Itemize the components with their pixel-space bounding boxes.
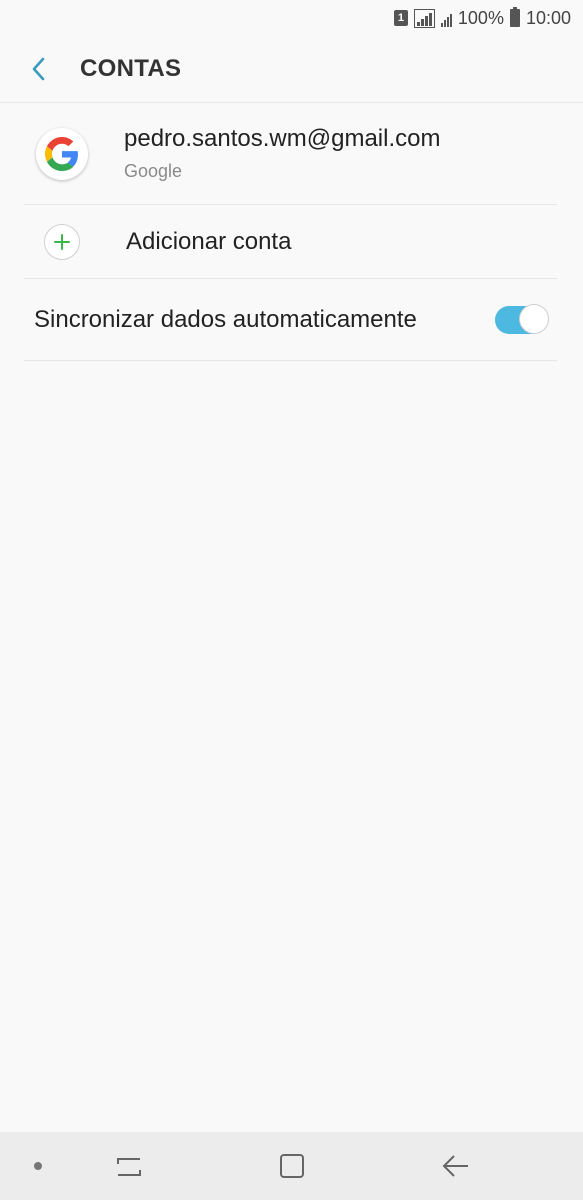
chevron-left-icon <box>32 57 45 81</box>
status-bar: 1 100% 10:00 <box>0 0 583 36</box>
back-arrow-icon[interactable] <box>440 1152 470 1180</box>
google-logo-icon <box>45 136 78 171</box>
account-type: Google <box>124 161 183 181</box>
plus-icon <box>44 223 80 260</box>
recents-icon[interactable] <box>114 1154 144 1180</box>
google-icon <box>36 127 88 180</box>
back-button[interactable] <box>14 44 64 94</box>
page-title: CONTAS <box>80 55 182 82</box>
sync-item: Sincronizar dados automaticamente <box>24 279 557 361</box>
sim-icon: 1 <box>393 10 408 26</box>
accounts-list: pedro.santos.wm@gmail.com Google Adicion… <box>24 103 557 361</box>
account-email: pedro.santos.wm@gmail.com <box>124 125 441 152</box>
toggle-knob <box>519 303 549 334</box>
sync-label: Sincronizar dados automaticamente <box>34 305 417 333</box>
clock: 10:00 <box>525 7 571 28</box>
signal-wifi-icon <box>413 8 435 28</box>
battery-percent: 100% <box>457 7 504 28</box>
add-account-label: Adicionar conta <box>126 227 292 255</box>
home-icon[interactable] <box>278 1152 306 1180</box>
signal-strength-icon <box>440 9 452 27</box>
add-account-item[interactable]: Adicionar conta <box>24 205 557 279</box>
account-item-google[interactable]: pedro.santos.wm@gmail.com Google <box>24 103 557 205</box>
dot-icon[interactable] <box>30 1158 46 1174</box>
navigation-bar <box>0 1132 583 1200</box>
battery-icon <box>509 7 520 27</box>
sync-toggle[interactable] <box>495 303 549 334</box>
app-bar: CONTAS <box>0 36 583 103</box>
